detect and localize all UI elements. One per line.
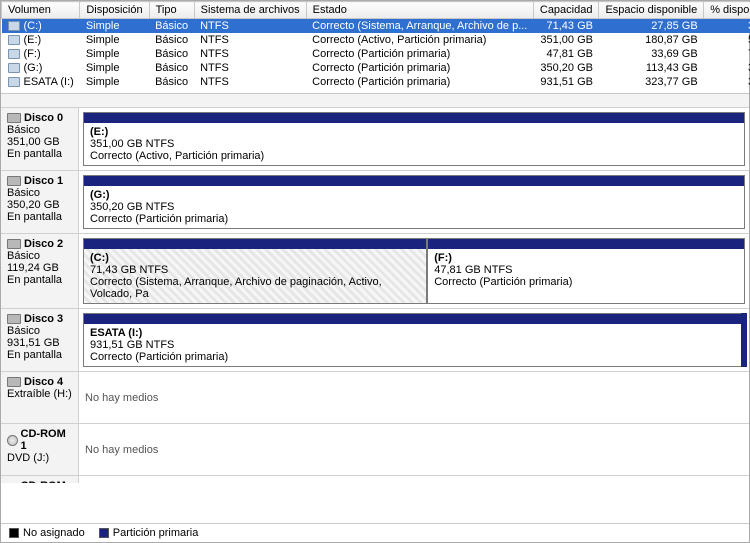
disk-row[interactable]: CD-ROM 2DVD (D:)No hay medios xyxy=(1,476,749,483)
disk-icon xyxy=(7,239,21,249)
volume-icon xyxy=(8,49,20,59)
col-header[interactable]: Sistema de archivos xyxy=(194,2,306,19)
disk-partitions: (E:)351,00 GB NTFSCorrecto (Activo, Part… xyxy=(79,108,749,170)
overflow-bar xyxy=(741,313,747,367)
partition[interactable]: (E:)351,00 GB NTFSCorrecto (Activo, Part… xyxy=(83,112,745,166)
volume-icon xyxy=(8,63,20,73)
partition-bar xyxy=(428,239,744,249)
disk-row[interactable]: Disco 1Básico350,20 GBEn pantalla(G:)350… xyxy=(1,171,749,234)
volume-row[interactable]: (E:)SimpleBásicoNTFSCorrecto (Activo, Pa… xyxy=(2,33,750,47)
cd-icon xyxy=(7,435,18,446)
disk-info: CD-ROM 1DVD (J:) xyxy=(1,424,79,475)
col-header[interactable]: Disposición xyxy=(80,2,149,19)
disk-partitions: (G:)350,20 GB NTFSCorrecto (Partición pr… xyxy=(79,171,749,233)
disk-row[interactable]: Disco 2Básico119,24 GBEn pantalla(C:)71,… xyxy=(1,234,749,309)
swatch-unassigned xyxy=(9,528,19,538)
volume-icon xyxy=(8,77,20,87)
partition-bar xyxy=(84,176,744,186)
volume-row[interactable]: (C:)SimpleBásicoNTFSCorrecto (Sistema, A… xyxy=(2,19,750,34)
disk-info: Disco 1Básico350,20 GBEn pantalla xyxy=(1,171,79,233)
partition-bar xyxy=(84,239,426,249)
partition[interactable]: (G:)350,20 GB NTFSCorrecto (Partición pr… xyxy=(83,175,745,229)
volume-icon xyxy=(8,21,20,31)
disk-partitions: (C:)71,43 GB NTFSCorrecto (Sistema, Arra… xyxy=(79,234,749,308)
volume-row[interactable]: (F:)SimpleBásicoNTFSCorrecto (Partición … xyxy=(2,47,750,61)
disk-info: Disco 0Básico351,00 GBEn pantalla xyxy=(1,108,79,170)
disk-info: Disco 3Básico931,51 GBEn pantalla xyxy=(1,309,79,371)
disk-partitions: No hay medios xyxy=(79,424,749,475)
swatch-primary xyxy=(99,528,109,538)
col-header[interactable]: Estado xyxy=(306,2,533,19)
legend-unassigned: No asignado xyxy=(23,527,85,539)
disk-map-area[interactable]: Disco 0Básico351,00 GBEn pantalla(E:)351… xyxy=(1,93,749,483)
volume-icon xyxy=(8,35,20,45)
disk-row[interactable]: Disco 3Básico931,51 GBEn pantallaESATA (… xyxy=(1,309,749,372)
volume-row[interactable]: ESATA (I:)SimpleBásicoNTFSCorrecto (Part… xyxy=(2,75,750,89)
partition-bar xyxy=(84,113,744,123)
disk-row[interactable]: CD-ROM 1DVD (J:)No hay medios xyxy=(1,424,749,476)
disk-info: CD-ROM 2DVD (D:) xyxy=(1,476,79,483)
legend-primary: Partición primaria xyxy=(113,527,199,539)
disk-row[interactable]: Disco 4Extraíble (H:)No hay medios xyxy=(1,372,749,424)
volume-table[interactable]: VolumenDisposiciónTipoSistema de archivo… xyxy=(1,1,750,89)
disk-row[interactable]: Disco 0Básico351,00 GBEn pantalla(E:)351… xyxy=(1,108,749,171)
disk-icon xyxy=(7,314,21,324)
disk-info: Disco 4Extraíble (H:) xyxy=(1,372,79,423)
volume-row[interactable]: (G:)SimpleBásicoNTFSCorrecto (Partición … xyxy=(2,61,750,75)
disk-partitions: ESATA (I:)931,51 GB NTFSCorrecto (Partic… xyxy=(79,309,749,371)
partition[interactable]: ESATA (I:)931,51 GB NTFSCorrecto (Partic… xyxy=(83,313,745,367)
col-header[interactable]: % disponible xyxy=(704,2,750,19)
col-header[interactable]: Volumen xyxy=(2,2,80,19)
col-header[interactable]: Espacio disponible xyxy=(599,2,704,19)
disk-partitions: No hay medios xyxy=(79,372,749,423)
col-header[interactable]: Tipo xyxy=(149,2,194,19)
disk-icon xyxy=(7,113,21,123)
legend: No asignado Partición primaria xyxy=(1,523,749,542)
disk-icon xyxy=(7,176,21,186)
disk-icon xyxy=(7,377,21,387)
partition-bar xyxy=(84,314,744,324)
col-header[interactable]: Capacidad xyxy=(533,2,599,19)
partition[interactable]: (F:)47,81 GB NTFSCorrecto (Partición pri… xyxy=(427,238,745,304)
disk-info: Disco 2Básico119,24 GBEn pantalla xyxy=(1,234,79,308)
partition[interactable]: (C:)71,43 GB NTFSCorrecto (Sistema, Arra… xyxy=(83,238,427,304)
disk-partitions: No hay medios xyxy=(79,476,749,483)
